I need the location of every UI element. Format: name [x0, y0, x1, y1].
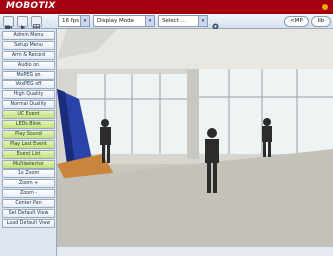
sidebar-item-normal-quality[interactable]: Normal Quality — [2, 100, 55, 110]
display-mode-select[interactable]: Display Mode ▾ — [93, 15, 155, 27]
sidebar-item-audio-on[interactable]: Audio on — [2, 60, 55, 70]
sidebar-item-center-pan[interactable]: Center Pan — [2, 199, 55, 209]
sidebar-item-arm-record[interactable]: Arm & Record — [2, 50, 55, 60]
library-button[interactable]: lib — [311, 16, 331, 27]
toolbar: 16 fps ▾ Display Mode ▾ Select ... ▾ <MP… — [0, 14, 333, 31]
sidebar-item-uc-event[interactable]: UC Event — [2, 110, 55, 120]
chevron-down-icon: ▾ — [145, 16, 154, 26]
status-bar — [57, 246, 333, 256]
sidebar-item-multiselector[interactable]: Multiselector — [2, 159, 55, 169]
brand-logo: MOBOTIX — [6, 1, 56, 11]
settings-gear-icon[interactable] — [211, 16, 221, 30]
camera-scene — [57, 29, 333, 246]
fps-select[interactable]: 16 fps ▾ — [58, 15, 90, 27]
camera-live-view[interactable] — [57, 29, 333, 246]
sidebar-item-high-quality[interactable]: High Quality — [2, 90, 55, 100]
sidebar-item-play-last-event[interactable]: Play Last Event — [2, 139, 55, 149]
chevron-down-icon: ▾ — [198, 16, 207, 26]
mp-label: <MP — [290, 18, 303, 24]
select-dropdown[interactable]: Select ... ▾ — [158, 15, 208, 27]
sidebar-item-mxpeg-on[interactable]: MxPEG on — [2, 70, 55, 80]
chevron-down-icon: ▾ — [80, 16, 89, 26]
display-mode-value: Display Mode — [97, 18, 135, 24]
play-icon[interactable] — [17, 16, 28, 30]
sidebar-item-1x-zoom[interactable]: 1x Zoom — [2, 169, 55, 179]
sidebar-item-set-default-view[interactable]: Set Default View — [2, 209, 55, 219]
status-indicator-icon — [322, 4, 328, 10]
sidebar-item-voxpeg-off[interactable]: VoxPEG off — [2, 80, 55, 90]
sidebar-item-event-list[interactable]: Event List — [2, 149, 55, 159]
fps-value: 16 fps — [62, 18, 80, 24]
sidebar: Admin Menu Setup Menu Arm & Record Audio… — [0, 29, 57, 256]
sidebar-item-admin-menu[interactable]: Admin Menu — [2, 31, 55, 40]
sidebar-item-leds-blink[interactable]: LEDs Blink — [2, 120, 55, 130]
sidebar-item-zoom-out[interactable]: Zoom - — [2, 189, 55, 199]
sidebar-item-zoom-in[interactable]: Zoom + — [2, 179, 55, 189]
sidebar-item-play-sound[interactable]: Play Sound — [2, 129, 55, 139]
sidebar-item-setup-menu[interactable]: Setup Menu — [2, 40, 55, 50]
mp-button[interactable]: <MP — [284, 16, 309, 27]
library-label: lib — [317, 18, 325, 24]
title-bar: MOBOTIX — [0, 0, 333, 14]
camera-icon[interactable] — [3, 16, 14, 30]
sidebar-item-load-default-view[interactable]: Load Default View — [2, 218, 55, 228]
grid-icon[interactable] — [31, 16, 42, 31]
select-value: Select ... — [162, 18, 186, 24]
